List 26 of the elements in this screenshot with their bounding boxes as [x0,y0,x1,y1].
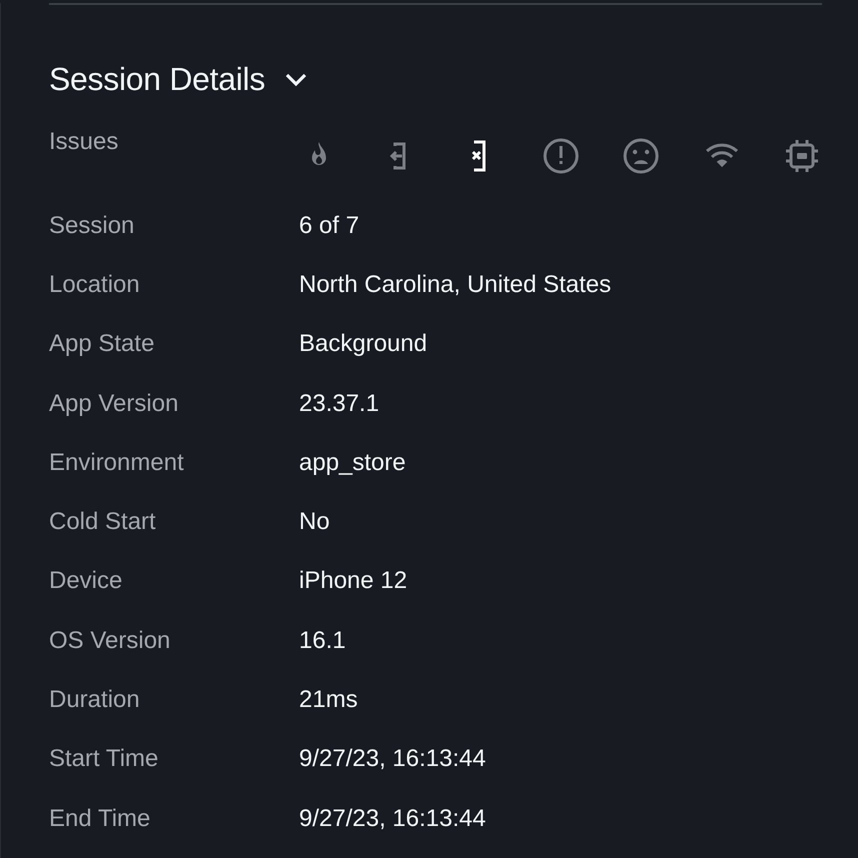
field-value: 9/27/23, 16:13:44 [299,744,487,774]
field-value: No [299,507,331,538]
field-label: Location [49,270,141,300]
field-value: Background [299,329,428,360]
field-value: 9/27/23, 16:13:44 [299,804,487,834]
field-label: Cold Start [49,507,157,538]
field-value: North Carolina, United States [299,270,612,300]
field-label: Session [49,210,136,241]
field-value: 6 of 7 [299,210,360,241]
field-label: Duration [49,685,141,716]
field-label: Issues [49,127,120,157]
field-value: 21ms [299,685,359,716]
field-label: Start Time [49,744,160,774]
field-label: OS Version [49,626,172,656]
field-value: app_store [299,448,407,478]
section-title: Session Details [49,61,266,98]
field-label: Device [49,566,124,596]
field-value: iPhone 12 [299,566,408,596]
field-value: 16.1 [299,626,347,656]
field-label: Environment [49,448,185,478]
field-label: App Version [49,388,180,419]
field-label: App State [49,329,156,360]
field-label: End Time [49,804,152,834]
field-value: 23.37.1 [299,388,380,419]
alert-icon[interactable] [540,136,580,176]
sad-icon[interactable] [621,136,661,176]
